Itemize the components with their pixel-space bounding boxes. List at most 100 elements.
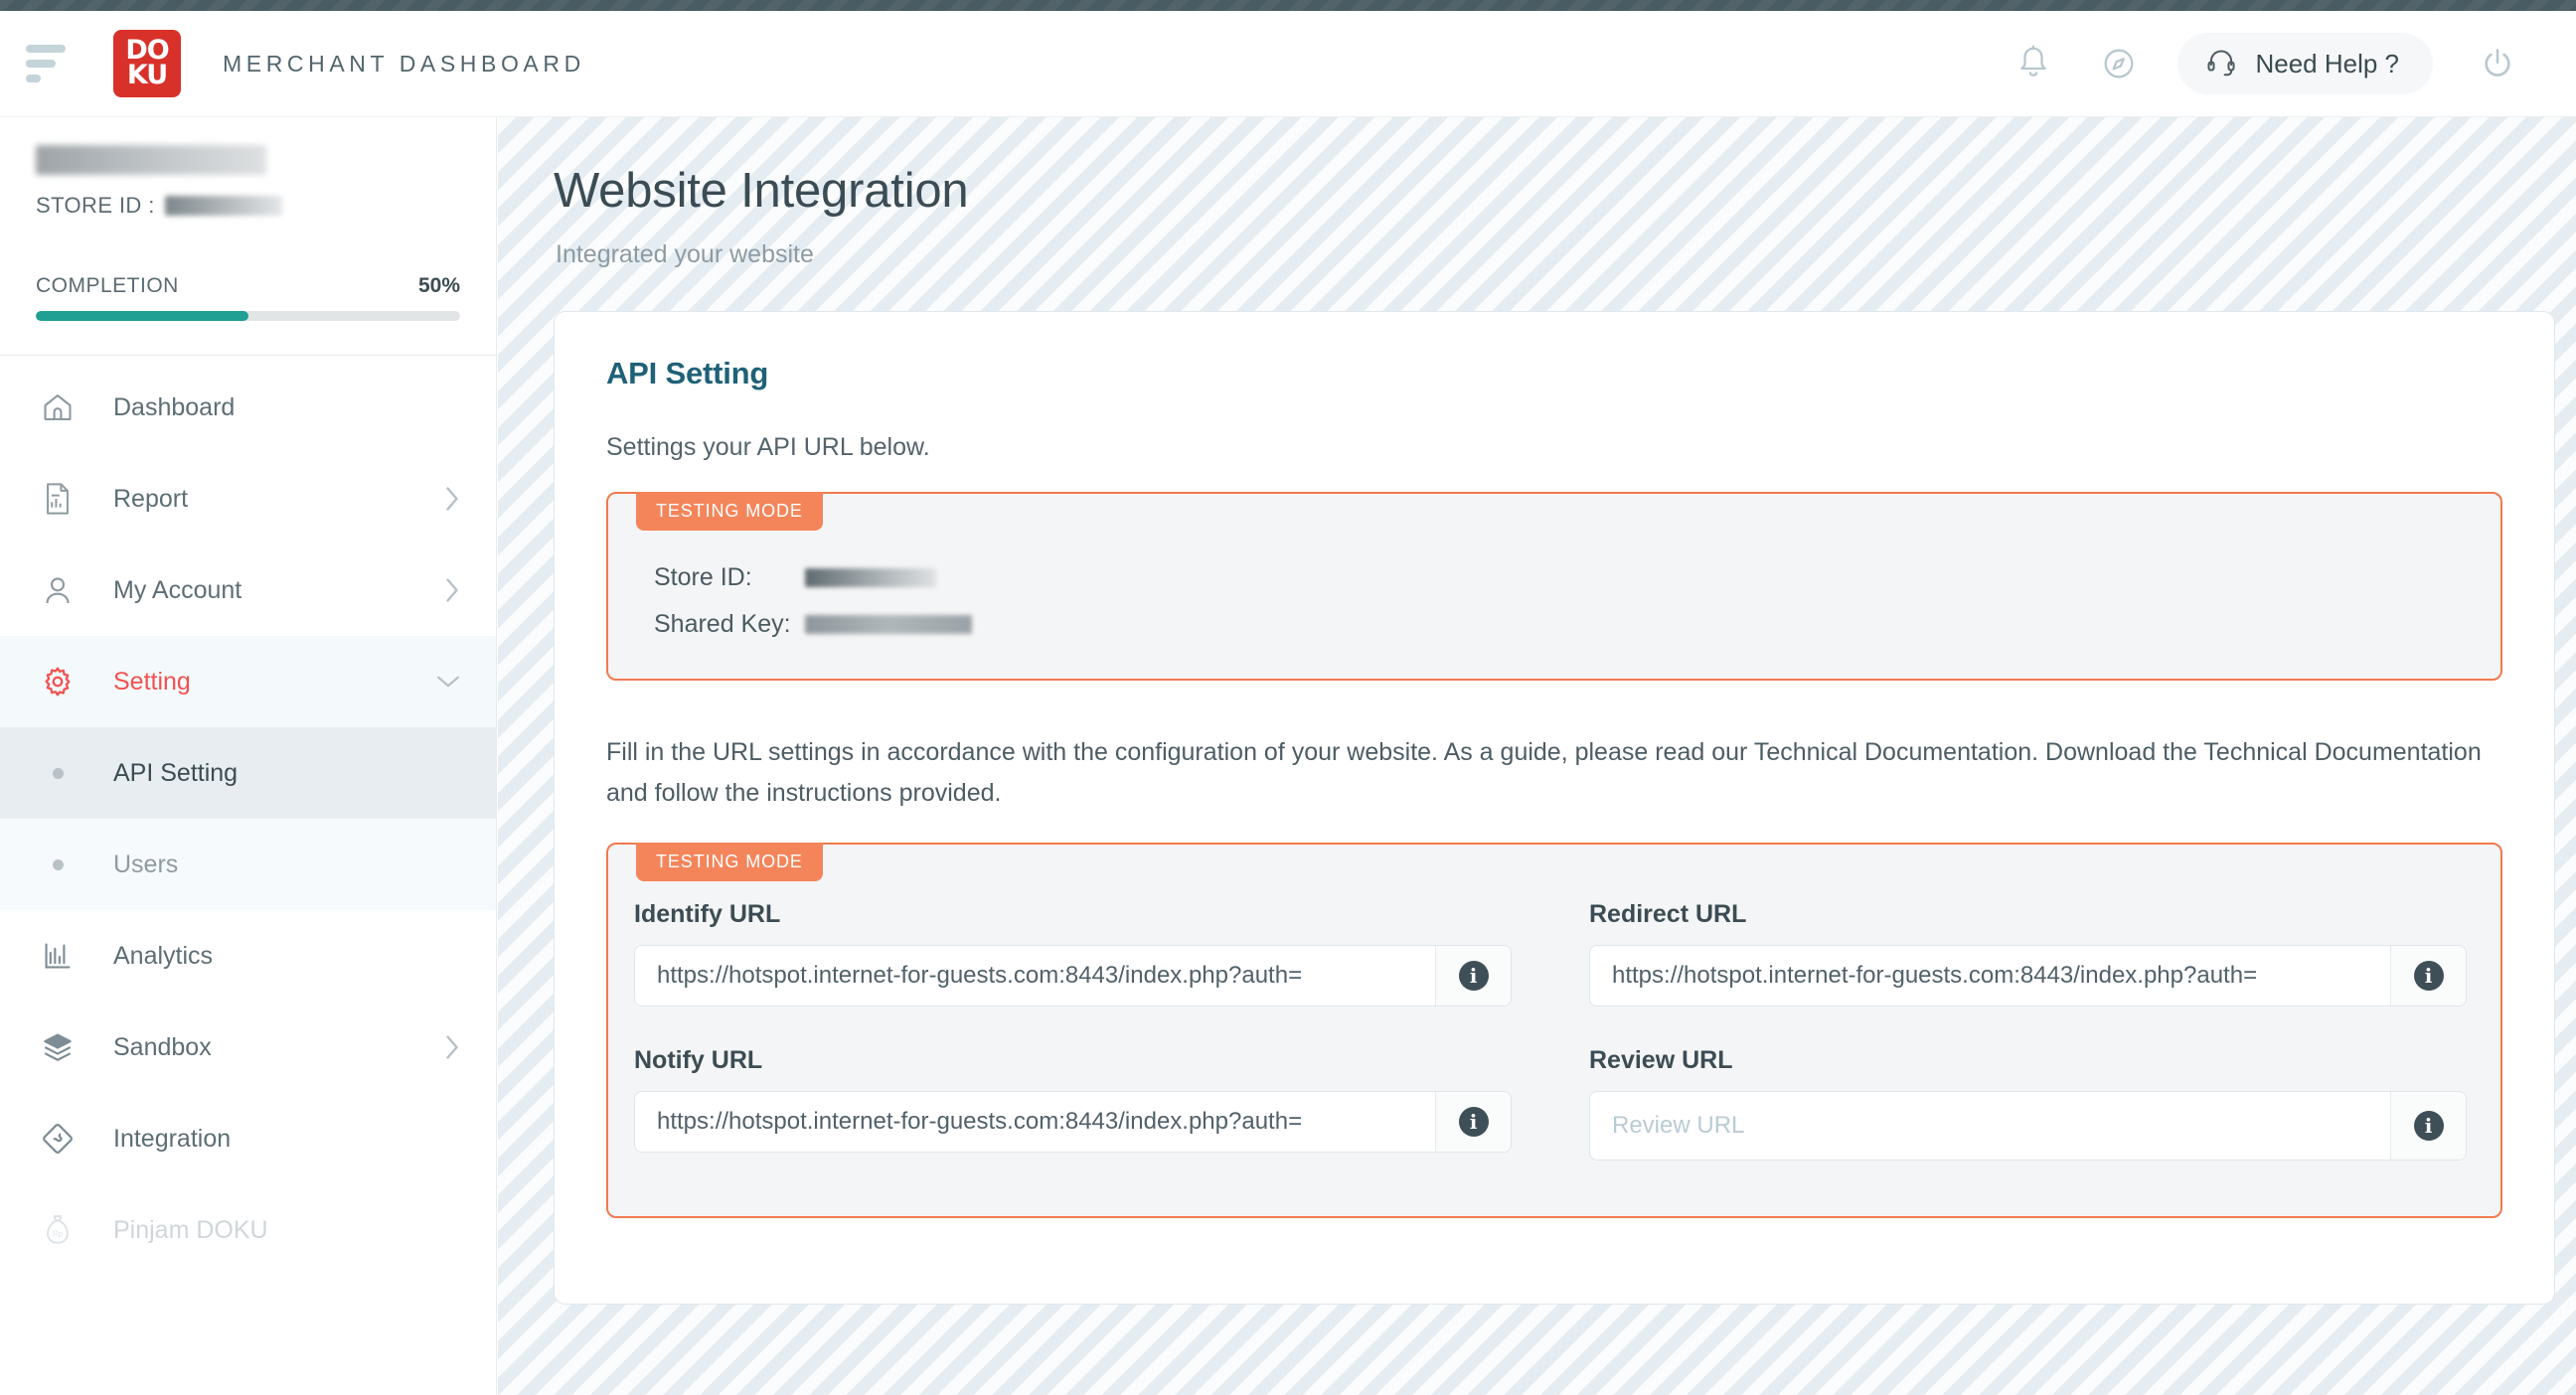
testing-mode-badge: TESTING MODE — [636, 843, 823, 881]
user-icon — [32, 573, 83, 607]
main-content: Website Integration Integrated your webs… — [498, 117, 2576, 1395]
info-icon: i — [2413, 1111, 2444, 1141]
credentials-testing-panel: TESTING MODE Store ID: Shared Key: — [606, 492, 2502, 681]
sidebar-menu: Dashboard Report My Account Setting API … — [0, 356, 496, 1276]
sidebar-item-sandbox[interactable]: Sandbox — [0, 1002, 496, 1093]
redirect-url-field-group: Redirect URL i — [1589, 900, 2467, 1007]
power-icon[interactable] — [2455, 28, 2540, 99]
chevron-right-icon — [442, 575, 462, 605]
doku-logo[interactable]: DO KU — [113, 30, 181, 97]
review-url-input-wrap[interactable]: i — [1589, 1091, 2467, 1161]
info-icon: i — [1458, 1107, 1489, 1137]
sidebar-label-dashboard: Dashboard — [113, 392, 236, 421]
redirect-url-input[interactable] — [1590, 946, 2390, 1006]
store-id-label: STORE ID : — [36, 193, 155, 218]
hamburger-bar-3 — [26, 75, 41, 82]
completion-progress-bar — [36, 311, 460, 321]
money-bag-icon: Rp — [32, 1213, 83, 1247]
review-url-input[interactable] — [1590, 1092, 2390, 1160]
sidebar-item-setting[interactable]: Setting — [0, 636, 496, 727]
info-icon: i — [2413, 961, 2444, 991]
compass-icon[interactable] — [2076, 28, 2162, 99]
hamburger-bar-1 — [26, 45, 66, 53]
page-title: Website Integration — [554, 164, 969, 218]
sidebar: STORE ID : COMPLETION 50% Dashboard Repo… — [0, 117, 497, 1395]
store-id-credential-row: Store ID: — [654, 563, 2455, 592]
redirect-url-input-wrap[interactable]: i — [1589, 945, 2467, 1007]
hamburger-bar-2 — [26, 60, 56, 68]
need-help-button[interactable]: Need Help ? — [2177, 33, 2433, 94]
sidebar-item-users[interactable]: Users — [0, 819, 496, 910]
store-id-value-redacted — [164, 196, 282, 216]
completion-percent: 50% — [417, 274, 460, 297]
bullet-dot-icon — [32, 767, 83, 779]
sidebar-label-setting: Setting — [113, 667, 191, 696]
notify-url-input[interactable] — [635, 1092, 1435, 1152]
identify-url-input[interactable] — [635, 946, 1435, 1006]
brand-title: MERCHANT DASHBOARD — [223, 50, 585, 77]
sidebar-label-api-setting: API Setting — [113, 758, 239, 787]
testing-mode-badge: TESTING MODE — [636, 492, 823, 531]
home-icon — [32, 390, 83, 424]
card-title: API Setting — [606, 356, 769, 390]
info-icon: i — [1458, 961, 1489, 991]
url-testing-panel: TESTING MODE Identify URL i Redirect URL — [606, 843, 2502, 1218]
chart-icon — [32, 940, 83, 972]
completion-row: COMPLETION 50% — [36, 274, 460, 298]
bell-icon[interactable] — [1991, 28, 2076, 99]
menu-toggle-icon[interactable] — [26, 43, 72, 84]
store-id-credential-label: Store ID: — [654, 563, 752, 591]
redirect-url-info-button[interactable]: i — [2390, 946, 2466, 1006]
sidebar-item-integration[interactable]: Integration — [0, 1093, 496, 1184]
sidebar-item-my-account[interactable]: My Account — [0, 544, 496, 636]
sidebar-label-users: Users — [113, 850, 179, 878]
merchant-name-redacted — [36, 145, 266, 175]
shared-key-credential-value-redacted — [805, 615, 972, 634]
shared-key-credential-label: Shared Key: — [654, 610, 791, 638]
identify-url-label: Identify URL — [634, 900, 781, 928]
store-id-row: STORE ID : — [36, 193, 460, 219]
top-accent-strip — [0, 0, 2576, 11]
redirect-url-label: Redirect URL — [1589, 900, 1747, 928]
svg-text:Rp: Rp — [53, 1230, 64, 1239]
instructions-paragraph: Fill in the URL settings in accordance w… — [606, 738, 2482, 807]
shared-key-credential-row: Shared Key: — [654, 610, 2455, 639]
url-fields-grid: Identify URL i Redirect URL i — [634, 900, 2467, 1161]
notify-url-field-group: Notify URL i — [634, 1046, 1512, 1161]
headset-icon — [2205, 46, 2237, 82]
identify-url-input-wrap[interactable]: i — [634, 945, 1512, 1007]
review-url-label: Review URL — [1589, 1046, 1733, 1074]
sidebar-label-sandbox: Sandbox — [113, 1032, 212, 1061]
sidebar-item-analytics[interactable]: Analytics — [0, 910, 496, 1002]
store-id-credential-value-redacted — [805, 568, 936, 587]
sidebar-item-api-setting[interactable]: API Setting — [0, 727, 496, 819]
sidebar-item-report[interactable]: Report — [0, 453, 496, 544]
app-header: DO KU MERCHANT DASHBOARD Need Help ? — [0, 11, 2576, 117]
account-summary: STORE ID : COMPLETION 50% — [0, 117, 496, 321]
need-help-label: Need Help ? — [2255, 48, 2399, 78]
sidebar-label-pinjam-doku: Pinjam DOKU — [113, 1215, 268, 1244]
completion-progress-fill — [36, 311, 248, 321]
puzzle-diamond-icon — [32, 1121, 83, 1157]
bullet-dot-icon — [32, 858, 83, 870]
notify-url-input-wrap[interactable]: i — [634, 1091, 1512, 1153]
logo-line-2: KU — [126, 60, 168, 90]
sidebar-item-pinjam-doku[interactable]: Rp Pinjam DOKU — [0, 1184, 496, 1276]
header-actions: Need Help ? — [1991, 28, 2576, 99]
notify-url-info-button[interactable]: i — [1435, 1092, 1511, 1152]
card-description: Settings your API URL below. — [606, 433, 930, 461]
completion-label: COMPLETION — [36, 274, 179, 297]
report-icon — [32, 482, 83, 516]
layers-icon — [32, 1030, 83, 1064]
sidebar-item-dashboard[interactable]: Dashboard — [0, 362, 496, 453]
chevron-right-icon — [442, 484, 462, 514]
identify-url-field-group: Identify URL i — [634, 900, 1512, 1007]
gear-icon — [32, 665, 83, 698]
sidebar-label-integration: Integration — [113, 1124, 232, 1153]
api-setting-card: API Setting Settings your API URL below.… — [554, 311, 2555, 1305]
chevron-right-icon — [442, 1032, 462, 1062]
review-url-info-button[interactable]: i — [2390, 1092, 2466, 1160]
review-url-field-group: Review URL i — [1589, 1046, 2467, 1161]
identify-url-info-button[interactable]: i — [1435, 946, 1511, 1006]
page-subtitle: Integrated your website — [556, 240, 814, 268]
